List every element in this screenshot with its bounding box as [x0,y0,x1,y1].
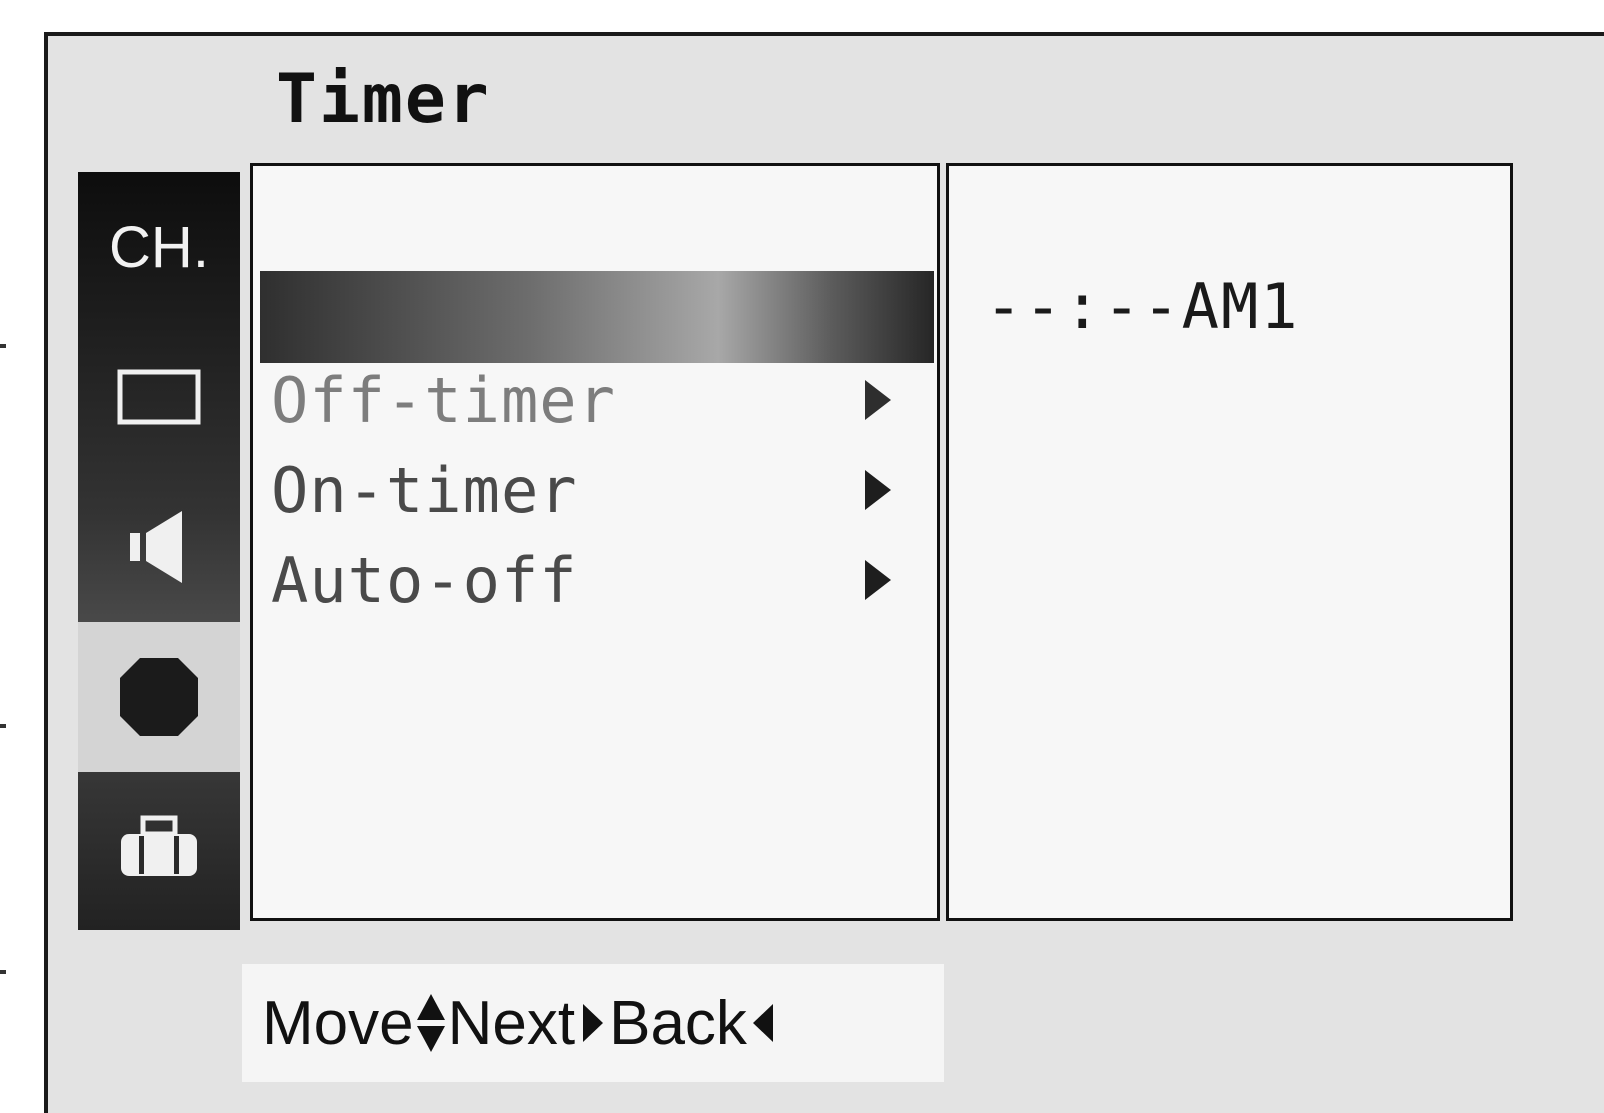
sidebar-item-sound[interactable] [78,472,240,622]
sidebar-item-special[interactable] [78,772,240,922]
arrow-right-icon [865,380,891,420]
speaker-icon [130,511,182,583]
menu-item-label: Off-timer [271,363,616,437]
help-next-label: Next [447,988,576,1058]
osd-window: Timer CH. Off-timer On-timer Auto-off --… [44,32,1604,1113]
picture-icon [117,369,201,425]
tv-osd-screen: Timer CH. Off-timer On-timer Auto-off --… [0,0,1604,1113]
value-panel: --:--AM1 [946,163,1513,921]
current-time-value: --:--AM1 [985,270,1300,343]
menu-highlight-bar[interactable] [260,271,934,363]
timer-menu-panel: Off-timer On-timer Auto-off [250,163,940,921]
sidebar-item-picture[interactable] [78,322,240,472]
toolbox-icon [121,815,197,876]
sidebar-item-label: CH. [109,214,209,280]
sidebar-item-channel[interactable]: CH. [78,172,240,322]
menu-title: Timer [276,60,491,139]
time-icon [120,658,198,736]
up-down-arrow-icon [416,994,445,1052]
sidebar-item-time[interactable] [78,622,240,772]
help-back-label: Back [609,988,747,1058]
edge-mark [0,970,6,974]
arrow-right-icon [865,560,891,600]
edge-mark [0,344,6,348]
menu-item-off-timer[interactable]: Off-timer [271,356,891,444]
menu-item-auto-off[interactable]: Auto-off [271,536,891,624]
menu-item-label: On-timer [271,453,578,527]
navigation-help-bar: Move Next Back [242,964,944,1082]
menu-item-label: Auto-off [271,543,578,617]
arrow-right-icon [865,470,891,510]
category-sidebar: CH. [78,172,240,930]
right-arrow-icon [583,1004,604,1042]
help-move-label: Move [262,988,414,1058]
menu-item-on-timer[interactable]: On-timer [271,446,891,534]
left-arrow-icon [752,1004,773,1042]
edge-mark [0,724,6,728]
